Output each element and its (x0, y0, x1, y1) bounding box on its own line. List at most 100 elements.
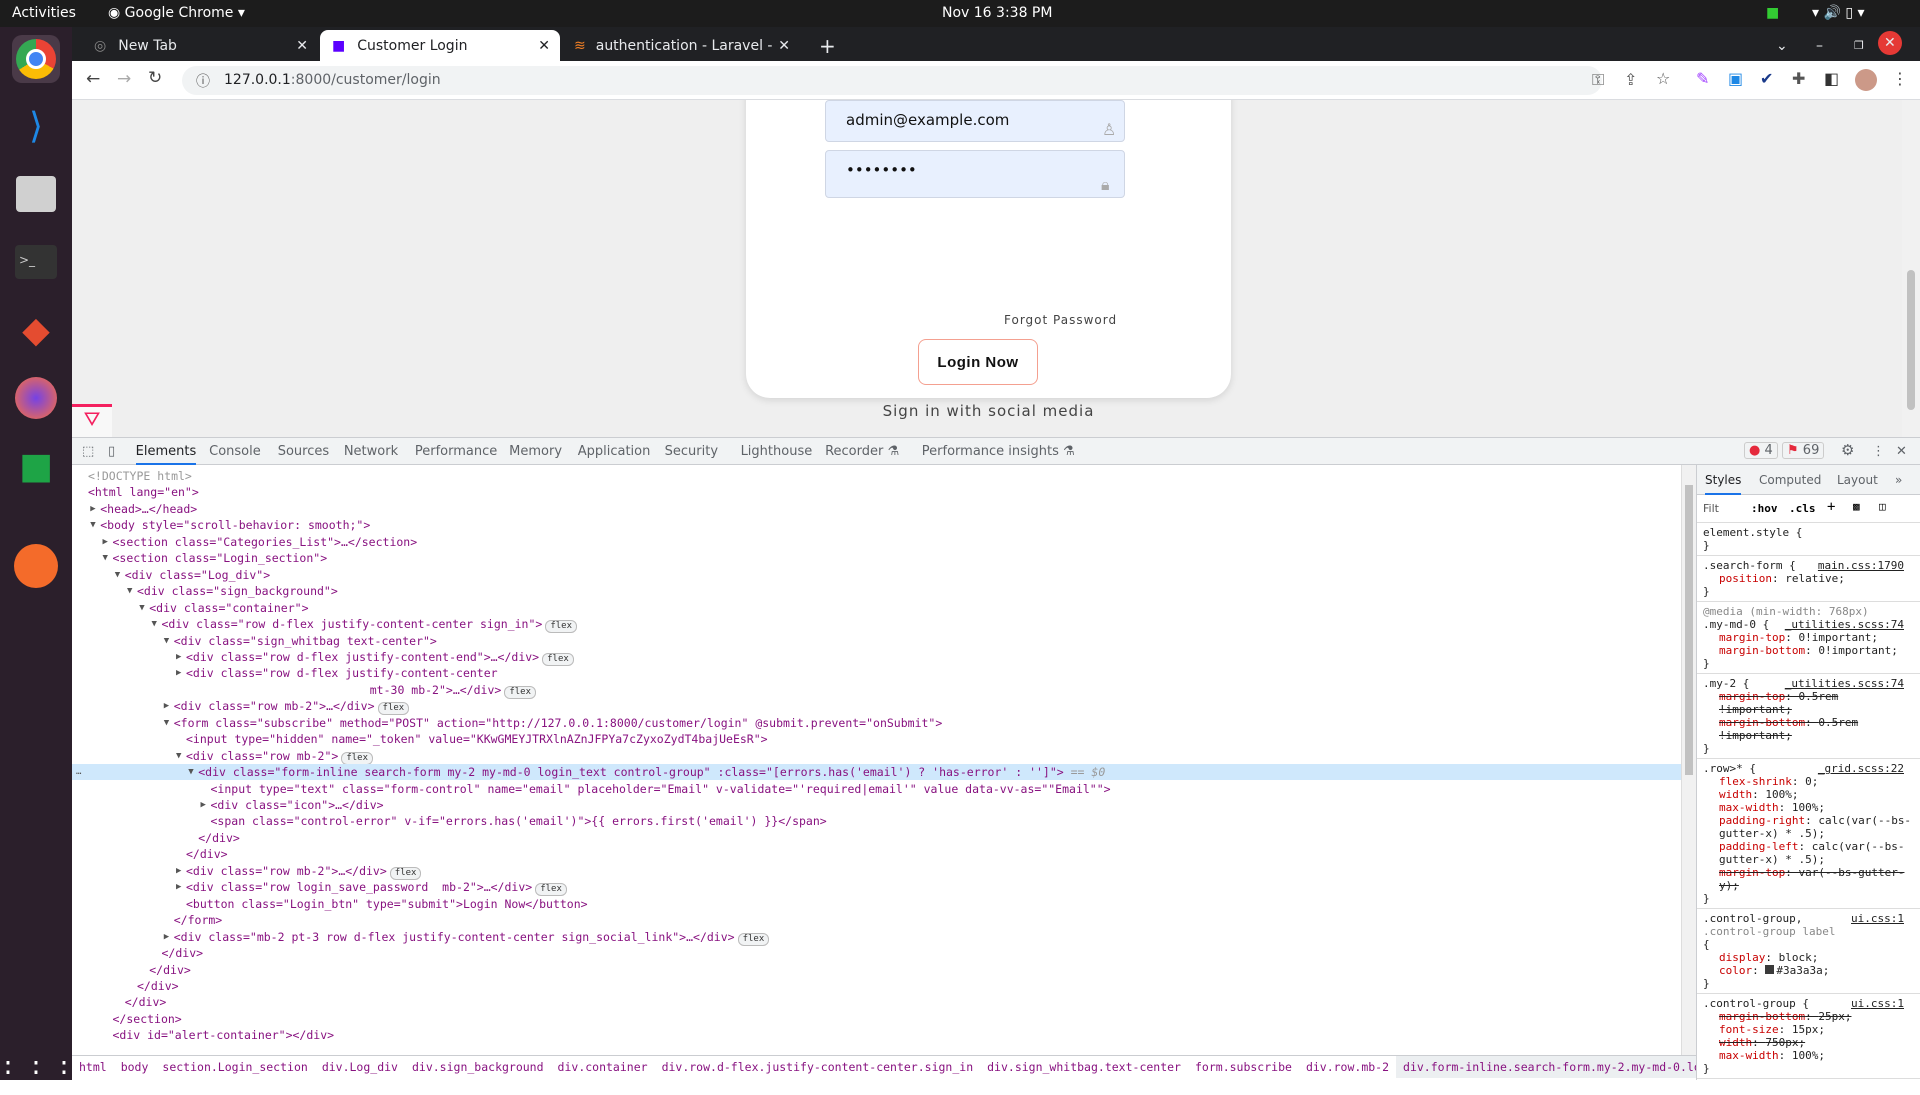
expanded-arrow-icon[interactable]: ▼ (164, 633, 169, 649)
expanded-arrow-icon[interactable]: ▼ (103, 550, 108, 566)
dom-node-line[interactable]: </div> (72, 830, 1681, 846)
dom-node-line[interactable]: ▶ <head>…</head> (72, 501, 1681, 517)
css-property[interactable]: font-size: 15px; (1703, 1023, 1914, 1036)
dom-node-line[interactable]: </section> (72, 1011, 1681, 1027)
close-tab-icon[interactable]: ✕ (774, 37, 790, 54)
css-property[interactable]: display: block; (1703, 951, 1914, 964)
key-icon[interactable]: ⚿ (1592, 70, 1604, 90)
dom-node-line[interactable]: ▼ <body style="scroll-behavior: smooth;"> (72, 517, 1681, 533)
breadcrumb-item[interactable]: div.sign_background (405, 1056, 551, 1078)
css-property[interactable]: margin-bottom: 0.5rem !important; (1703, 716, 1914, 742)
close-tab-icon[interactable]: ✕ (538, 38, 550, 54)
activities-button[interactable]: Activities (12, 5, 76, 21)
flex-badge[interactable]: flex (542, 652, 574, 666)
url-bar[interactable]: ⓘ 127.0.0.1:8000/customer/login (182, 66, 1602, 95)
flex-badge[interactable]: flex (377, 702, 410, 716)
vscode-icon[interactable]: ⟩ (12, 102, 60, 150)
breadcrumb-item[interactable]: div.form-inline.search-form.my-2.my-md-0… (1396, 1056, 1696, 1078)
collapsed-arrow-icon[interactable]: ▶ (201, 797, 206, 813)
forward-icon[interactable]: → (117, 69, 131, 89)
expanded-arrow-icon[interactable]: ▼ (90, 517, 95, 533)
tab-customer-login[interactable]: ■ Customer Login ✕ (320, 30, 560, 61)
breadcrumb-item[interactable]: div.container (551, 1056, 655, 1078)
extensions-puzzle-icon[interactable]: ✚ (1792, 69, 1805, 88)
expanded-arrow-icon[interactable]: ▼ (115, 567, 120, 583)
css-source-link[interactable]: main.css:1790 (1818, 559, 1904, 572)
css-property[interactable]: margin-top: 0!important; (1703, 631, 1914, 644)
firefox-icon[interactable] (12, 374, 60, 422)
css-property[interactable]: color: #3a3a3a; (1703, 964, 1914, 977)
dom-node-line[interactable]: ▼ <div class="Log_div"> (72, 567, 1681, 583)
device-toolbar-icon[interactable]: ▯ (108, 444, 115, 459)
css-source-link[interactable]: _utilities.scss:74 (1785, 677, 1904, 690)
css-property[interactable]: max-width: 100%; (1703, 1049, 1914, 1062)
dom-node-line[interactable]: </div> (72, 962, 1681, 978)
dom-node-line[interactable]: ▶ <div class="row d-flex justify-content-… (72, 665, 1681, 681)
close-devtools-icon[interactable]: ✕ (1896, 444, 1907, 459)
new-tab-button[interactable]: + (807, 30, 848, 61)
css-property[interactable]: width: 750px; (1703, 1036, 1914, 1049)
tab-application[interactable]: Application (578, 444, 651, 459)
bookmark-star-icon[interactable]: ☆ (1656, 69, 1670, 88)
css-property[interactable]: padding-left: calc(var(--bs-gutter-x) * … (1703, 840, 1914, 866)
cls-toggle[interactable]: .cls (1789, 502, 1816, 515)
email-input[interactable]: admin@example.com (825, 100, 1125, 142)
expanded-arrow-icon[interactable]: ▼ (176, 748, 181, 764)
expanded-arrow-icon[interactable]: ▼ (164, 715, 169, 731)
extension-pen-icon[interactable]: ✎ (1696, 69, 1709, 88)
css-property[interactable]: margin-top: var(--bs-gutter-y); (1703, 866, 1914, 892)
css-source-link[interactable]: ui.css:1 (1851, 997, 1904, 1010)
paint-brush-icon[interactable]: ▩ (1853, 500, 1860, 513)
color-swatch[interactable] (1765, 965, 1775, 974)
files-icon[interactable] (12, 170, 60, 218)
dom-node-line[interactable]: ▼ <div class="row d-flex justify-content-… (72, 616, 1681, 634)
tab-elements[interactable]: Elements (135, 444, 197, 465)
status-app-icon[interactable]: ■ (1766, 5, 1779, 21)
hov-toggle[interactable]: :hov (1751, 502, 1778, 515)
dom-node-line[interactable]: </div> (72, 945, 1681, 961)
extension-translate-icon[interactable]: ▣ (1728, 69, 1743, 88)
dom-node-line[interactable]: ▼ <div class="container"> (72, 600, 1681, 616)
profile-avatar[interactable] (1855, 69, 1877, 91)
css-source-link[interactable]: ui.css:1 (1851, 912, 1904, 925)
dom-node-line[interactable]: ▼ <form class="subscribe" method="POST" a… (72, 715, 1681, 731)
settings-gear-icon[interactable]: ⚙ (1841, 441, 1854, 459)
dom-node-line[interactable]: <input type="text" class="form-control" … (72, 781, 1681, 797)
dom-node-line[interactable]: ▶ <div class="icon">…</div> (72, 797, 1681, 813)
chrome-icon[interactable] (12, 35, 60, 83)
css-property[interactable]: width: 100%; (1703, 788, 1914, 801)
node-actions-icon[interactable]: … (76, 764, 81, 780)
tab-memory[interactable]: Memory (509, 444, 562, 459)
filter-input[interactable]: Filt (1703, 502, 1719, 515)
css-property[interactable]: margin-bottom: 0!important; (1703, 644, 1914, 657)
dom-node-line[interactable]: </div> (72, 994, 1681, 1010)
add-rule-icon[interactable]: + (1827, 499, 1835, 515)
expanded-arrow-icon[interactable]: ▼ (152, 616, 157, 632)
inspect-element-icon[interactable]: ⬚ (82, 444, 94, 459)
tab-computed[interactable]: Computed (1759, 473, 1821, 487)
collapsed-arrow-icon[interactable]: ▶ (103, 534, 108, 550)
dom-node-line[interactable]: ▼ <div class="sign_background"> (72, 583, 1681, 599)
elements-scrollbar[interactable] (1681, 465, 1696, 1055)
dom-node-line[interactable]: <html lang="en"> (72, 484, 1681, 500)
flex-badge[interactable]: flex (341, 751, 374, 765)
flex-badge[interactable]: flex (545, 620, 577, 634)
expanded-arrow-icon[interactable]: ▼ (127, 583, 132, 599)
tab-sources[interactable]: Sources (278, 444, 329, 459)
more-tabs-button[interactable]: » (1895, 473, 1902, 487)
breadcrumb-item[interactable]: div.row.d-flex.justify-content-center.si… (655, 1056, 981, 1078)
git-icon[interactable]: ◆ (12, 306, 60, 354)
apps-grid-icon[interactable]: ⋮⋮⋮ (0, 1047, 78, 1095)
breadcrumb-item[interactable]: section.Login_section (155, 1056, 314, 1078)
more-options-icon[interactable]: ⋮ (1872, 444, 1885, 459)
css-property[interactable]: padding-right: calc(var(--bs-gutter-x) *… (1703, 814, 1914, 840)
breadcrumb-item[interactable]: html (72, 1056, 114, 1078)
minimize-button[interactable]: – (1804, 30, 1835, 61)
share-icon[interactable]: ⇪ (1624, 70, 1637, 89)
tab-layout[interactable]: Layout (1837, 473, 1878, 487)
css-property[interactable]: position: relative; (1703, 572, 1914, 585)
dom-node-line[interactable]: </div> (72, 846, 1681, 862)
collapsed-arrow-icon[interactable]: ▶ (164, 698, 169, 714)
dom-node-line[interactable]: ▶ <div class="row mb-2">…</div> flex (72, 863, 1681, 880)
tab-network[interactable]: Network (344, 444, 398, 459)
